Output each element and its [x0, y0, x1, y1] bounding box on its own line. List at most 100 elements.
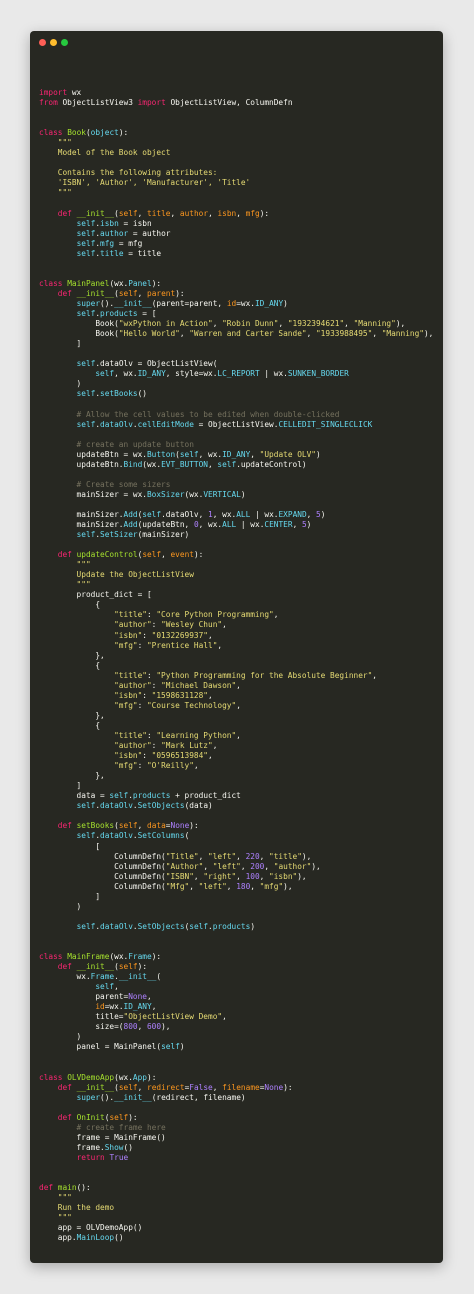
code-token: SUNKEN_BORDER	[287, 369, 349, 379]
code-line: super().__init__(parent=parent, id=wx.ID…	[39, 299, 433, 309]
code-token: self	[76, 419, 96, 429]
code-token: 'ISBN', 'Author', 'Manufacturer', 'Title…	[39, 178, 251, 188]
code-token: __init__	[114, 298, 152, 308]
code-token: "Title"	[165, 851, 199, 861]
code-token: {	[39, 660, 101, 670]
code-token: ,	[137, 288, 148, 298]
code-line: "mfg": "Course Technology",	[39, 701, 433, 711]
code-line: updateBtn = wx.Button(self, wx.ID_ANY, "…	[39, 450, 433, 460]
code-token: {	[39, 600, 101, 610]
code-token: ,	[114, 982, 119, 992]
code-token: dataOlv	[100, 831, 133, 841]
code-token: self	[76, 530, 96, 540]
code-line: """	[39, 1213, 433, 1223]
code-token: "Warren and Carter Sande"	[189, 329, 307, 339]
close-dot-icon[interactable]	[39, 39, 46, 46]
code-token: :	[151, 620, 162, 630]
code-token: __init__	[76, 1082, 115, 1092]
code-token: self	[217, 459, 237, 469]
code-token: None	[170, 821, 190, 831]
code-editor: import wx from ObjectListView3 import Obj…	[39, 88, 433, 1263]
code-line: def __init__(self, parent):	[39, 289, 433, 299]
code-token: super	[76, 298, 101, 308]
zoom-dot-icon[interactable]	[61, 39, 68, 46]
code-token: def	[57, 550, 72, 560]
code-line: {	[39, 721, 433, 731]
code-line: self.isbn = isbn	[39, 219, 433, 229]
code-token: app.	[39, 1233, 77, 1243]
code-token: class	[39, 952, 63, 962]
code-token: self	[161, 1042, 180, 1052]
code-token: Add	[123, 509, 138, 519]
code-token: __init__	[118, 972, 157, 982]
code-token: .dataOlv = ObjectListView(	[95, 359, 218, 369]
code-token: "Learning Python"	[156, 731, 237, 740]
code-token: "Manning"	[381, 329, 424, 339]
code-token: "isbn"	[114, 630, 143, 640]
code-line: )	[39, 902, 433, 912]
code-token: """	[39, 1213, 72, 1223]
code-line: self.setBooks()	[39, 389, 433, 399]
code-line: ]	[39, 339, 433, 349]
code-token: ,	[344, 319, 354, 329]
code-line: frame = MainFrame()	[39, 1133, 433, 1143]
code-token: ,	[240, 861, 251, 871]
code-token: )	[39, 1032, 82, 1042]
code-token: ALL	[222, 520, 237, 530]
code-line: # Create some sizers	[39, 480, 433, 490]
code-token: self	[76, 309, 96, 319]
code-token: def	[57, 288, 72, 298]
code-token: :	[142, 630, 152, 640]
code-token: ),	[283, 881, 293, 891]
code-token: ,	[259, 851, 270, 861]
code-token: title=	[39, 1012, 124, 1022]
code-token: Book	[67, 128, 86, 138]
code-token: App	[132, 1072, 148, 1082]
code-token: updateControl	[76, 550, 138, 560]
code-token: [	[39, 841, 101, 851]
code-line: "title": "Core Python Programming",	[39, 610, 433, 620]
code-token: (wx.	[184, 489, 204, 499]
code-token: class	[39, 128, 63, 138]
code-token: self	[118, 1082, 138, 1092]
code-token: ColumnDefn(	[39, 851, 166, 861]
code-line: {	[39, 600, 433, 610]
code-token: ,	[208, 690, 213, 700]
code-token: (wx.	[142, 459, 162, 469]
code-line: },	[39, 651, 433, 661]
code-token: Frame	[90, 972, 115, 982]
code-line: "isbn": "1598631128",	[39, 691, 433, 701]
code-token: MainLoop	[76, 1233, 115, 1243]
code-token: "1598631128"	[151, 690, 209, 700]
code-token: ]	[39, 891, 101, 901]
code-token: "Michael Dawson"	[161, 680, 237, 690]
code-token: SetSizer	[100, 530, 138, 540]
code-token: Frame	[128, 952, 152, 962]
code-token: ,	[259, 871, 270, 881]
code-line: "author": "Mark Lutz",	[39, 741, 433, 751]
code-line: self.dataOlv = ObjectListView(	[39, 359, 433, 369]
code-line: 'ISBN', 'Author', 'Manufacturer', 'Title…	[39, 178, 433, 188]
code-token: ,	[264, 861, 274, 871]
code-token: """	[39, 580, 91, 590]
code-token: },	[39, 710, 105, 720]
code-token: updateBtn.	[39, 459, 124, 469]
code-token: mfg	[100, 238, 115, 248]
code-token: )	[39, 901, 82, 911]
code-token: )	[250, 921, 256, 931]
code-token: ),	[301, 851, 312, 861]
code-token: # create an update button	[39, 439, 194, 449]
code-token: = title	[123, 248, 162, 258]
minimize-dot-icon[interactable]	[50, 39, 57, 46]
